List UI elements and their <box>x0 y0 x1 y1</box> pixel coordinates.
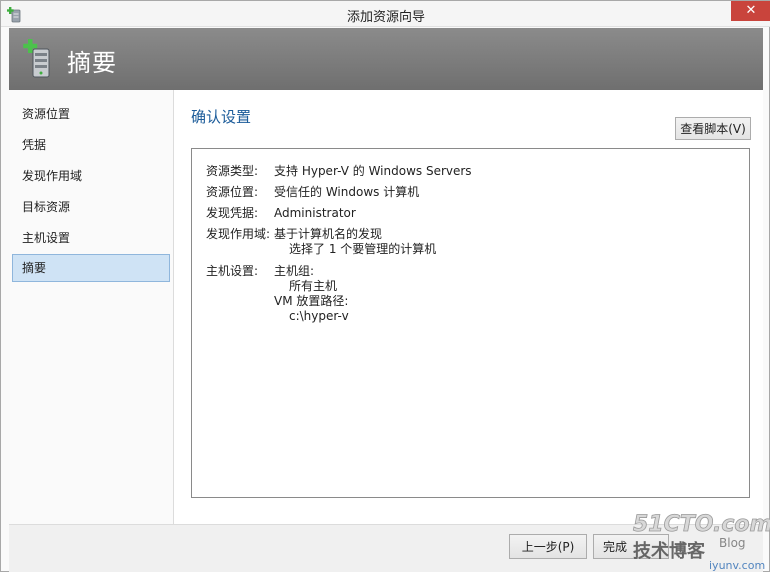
nav-item-host-settings[interactable]: 主机设置 <box>12 224 170 252</box>
close-button[interactable]: ✕ <box>731 1 770 21</box>
server-add-icon <box>23 39 50 78</box>
wizard-window: 添加资源向导 ✕ 摘要 资源位置 凭据 发现作用域 目标资源 主机设置 摘要 确… <box>0 0 770 572</box>
summary-key: 资源类型: <box>206 164 259 178</box>
host-group-value: 所有主机 <box>289 279 338 293</box>
summary-key: 发现凭据: <box>206 206 259 220</box>
nav-item-credentials[interactable]: 凭据 <box>12 131 170 159</box>
vm-path-label: VM 放置路径: <box>274 294 349 308</box>
section-title: 确认设置 <box>191 108 252 126</box>
discovery-scope-detail: 选择了 1 个要管理的计算机 <box>289 242 437 256</box>
summary-value: 支持 Hyper-V 的 Windows Servers <box>274 164 472 178</box>
content-panel: 确认设置 查看脚本(V) 资源类型: 支持 Hyper-V 的 Windows … <box>173 90 763 524</box>
summary-key: 资源位置: <box>206 185 259 199</box>
summary-box: 资源类型: 支持 Hyper-V 的 Windows Servers 资源位置:… <box>191 148 750 498</box>
view-script-button[interactable]: 查看脚本(V) <box>675 117 751 140</box>
finish-button[interactable]: 完成 <box>593 534 669 559</box>
title-bar[interactable]: 添加资源向导 ✕ <box>1 1 770 27</box>
nav-item-discovery-scope[interactable]: 发现作用域 <box>12 162 170 190</box>
summary-value: Administrator <box>274 206 356 220</box>
wizard-footer: 上一步(P) 完成 <box>9 524 763 572</box>
summary-key: 发现作用域: <box>206 227 271 241</box>
nav-item-summary[interactable]: 摘要 <box>12 254 170 282</box>
summary-key: 主机设置: <box>206 264 259 278</box>
summary-value: 基于计算机名的发现 <box>274 227 383 241</box>
nav-item-resource-location[interactable]: 资源位置 <box>12 100 170 128</box>
page-title: 摘要 <box>67 49 117 77</box>
wizard-nav: 资源位置 凭据 发现作用域 目标资源 主机设置 摘要 <box>9 90 173 524</box>
wizard-header: 摘要 <box>9 28 763 90</box>
previous-button[interactable]: 上一步(P) <box>509 534 587 559</box>
vm-path-value: c:\hyper-v <box>289 309 349 323</box>
window-title: 添加资源向导 <box>346 10 425 25</box>
nav-item-target-resources[interactable]: 目标资源 <box>12 193 170 221</box>
host-group-label: 主机组: <box>274 264 315 278</box>
summary-value: 受信任的 Windows 计算机 <box>274 185 420 199</box>
